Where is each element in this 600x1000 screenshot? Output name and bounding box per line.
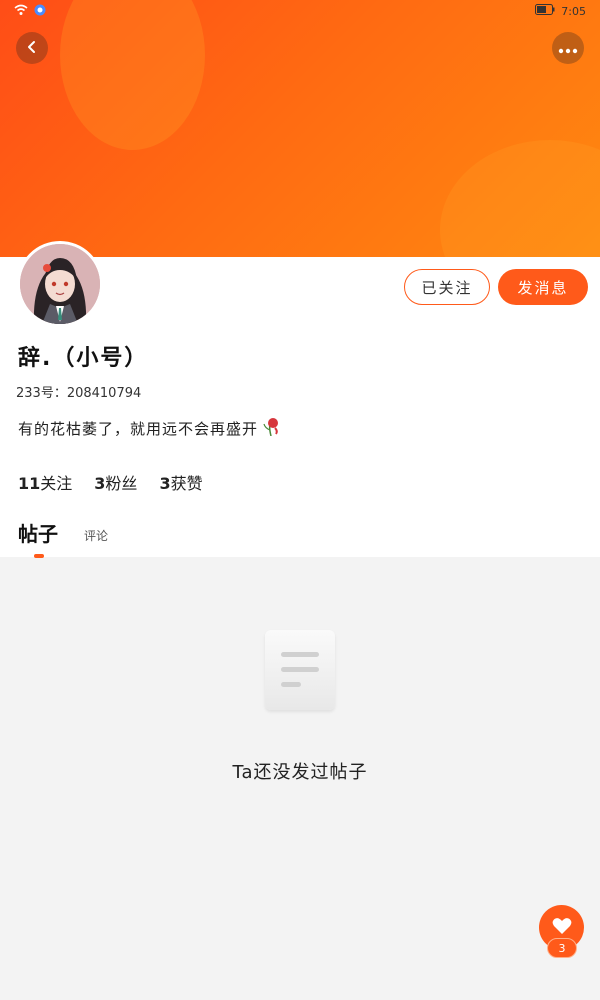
battery-icon	[535, 4, 555, 18]
banner-decoration	[440, 140, 600, 257]
following-button[interactable]: 已关注	[404, 269, 490, 305]
following-count: 11	[18, 474, 41, 493]
likes-label: 获赞	[170, 474, 203, 493]
app-icon	[34, 4, 46, 19]
fans-label: 粉丝	[105, 474, 138, 493]
wifi-icon	[14, 4, 28, 19]
like-count-badge: 3	[547, 938, 577, 958]
avatar[interactable]	[17, 241, 103, 327]
user-id: 233号：208410794	[16, 386, 142, 401]
empty-state-text: Ta还没发过帖子	[232, 762, 368, 783]
content-tabs: 帖子 评论	[18, 518, 108, 558]
document-icon	[265, 630, 335, 710]
status-bar: 7:05	[0, 0, 600, 24]
bio-text: 有的花枯萎了，就用远不会再盛开	[18, 419, 259, 438]
more-horizontal-icon	[558, 39, 578, 58]
likes-count: 3	[159, 474, 171, 493]
username: 辞.（小号）	[18, 346, 149, 371]
heart-icon	[552, 917, 572, 939]
following-stat[interactable]: 11关注	[18, 470, 72, 494]
tab-posts-label: 帖子	[18, 522, 58, 546]
send-message-button[interactable]: 发消息	[498, 269, 588, 305]
bio: 有的花枯萎了，就用远不会再盛开	[18, 416, 280, 440]
fans-count: 3	[94, 474, 106, 493]
likes-stat[interactable]: 3获赞	[159, 470, 202, 494]
fans-stat[interactable]: 3粉丝	[94, 470, 137, 494]
wilted-rose-icon	[262, 416, 280, 440]
tab-posts[interactable]: 帖子	[18, 518, 58, 558]
status-time: 7:05	[561, 4, 586, 18]
profile-banner	[0, 0, 600, 257]
active-tab-indicator	[34, 554, 44, 558]
tab-comments[interactable]: 评论	[84, 527, 108, 547]
chevron-left-icon	[25, 39, 39, 58]
back-button[interactable]	[16, 32, 48, 64]
following-label: 关注	[40, 474, 73, 493]
profile-stats: 11关注 3粉丝 3获赞	[18, 470, 203, 494]
more-button[interactable]	[552, 32, 584, 64]
